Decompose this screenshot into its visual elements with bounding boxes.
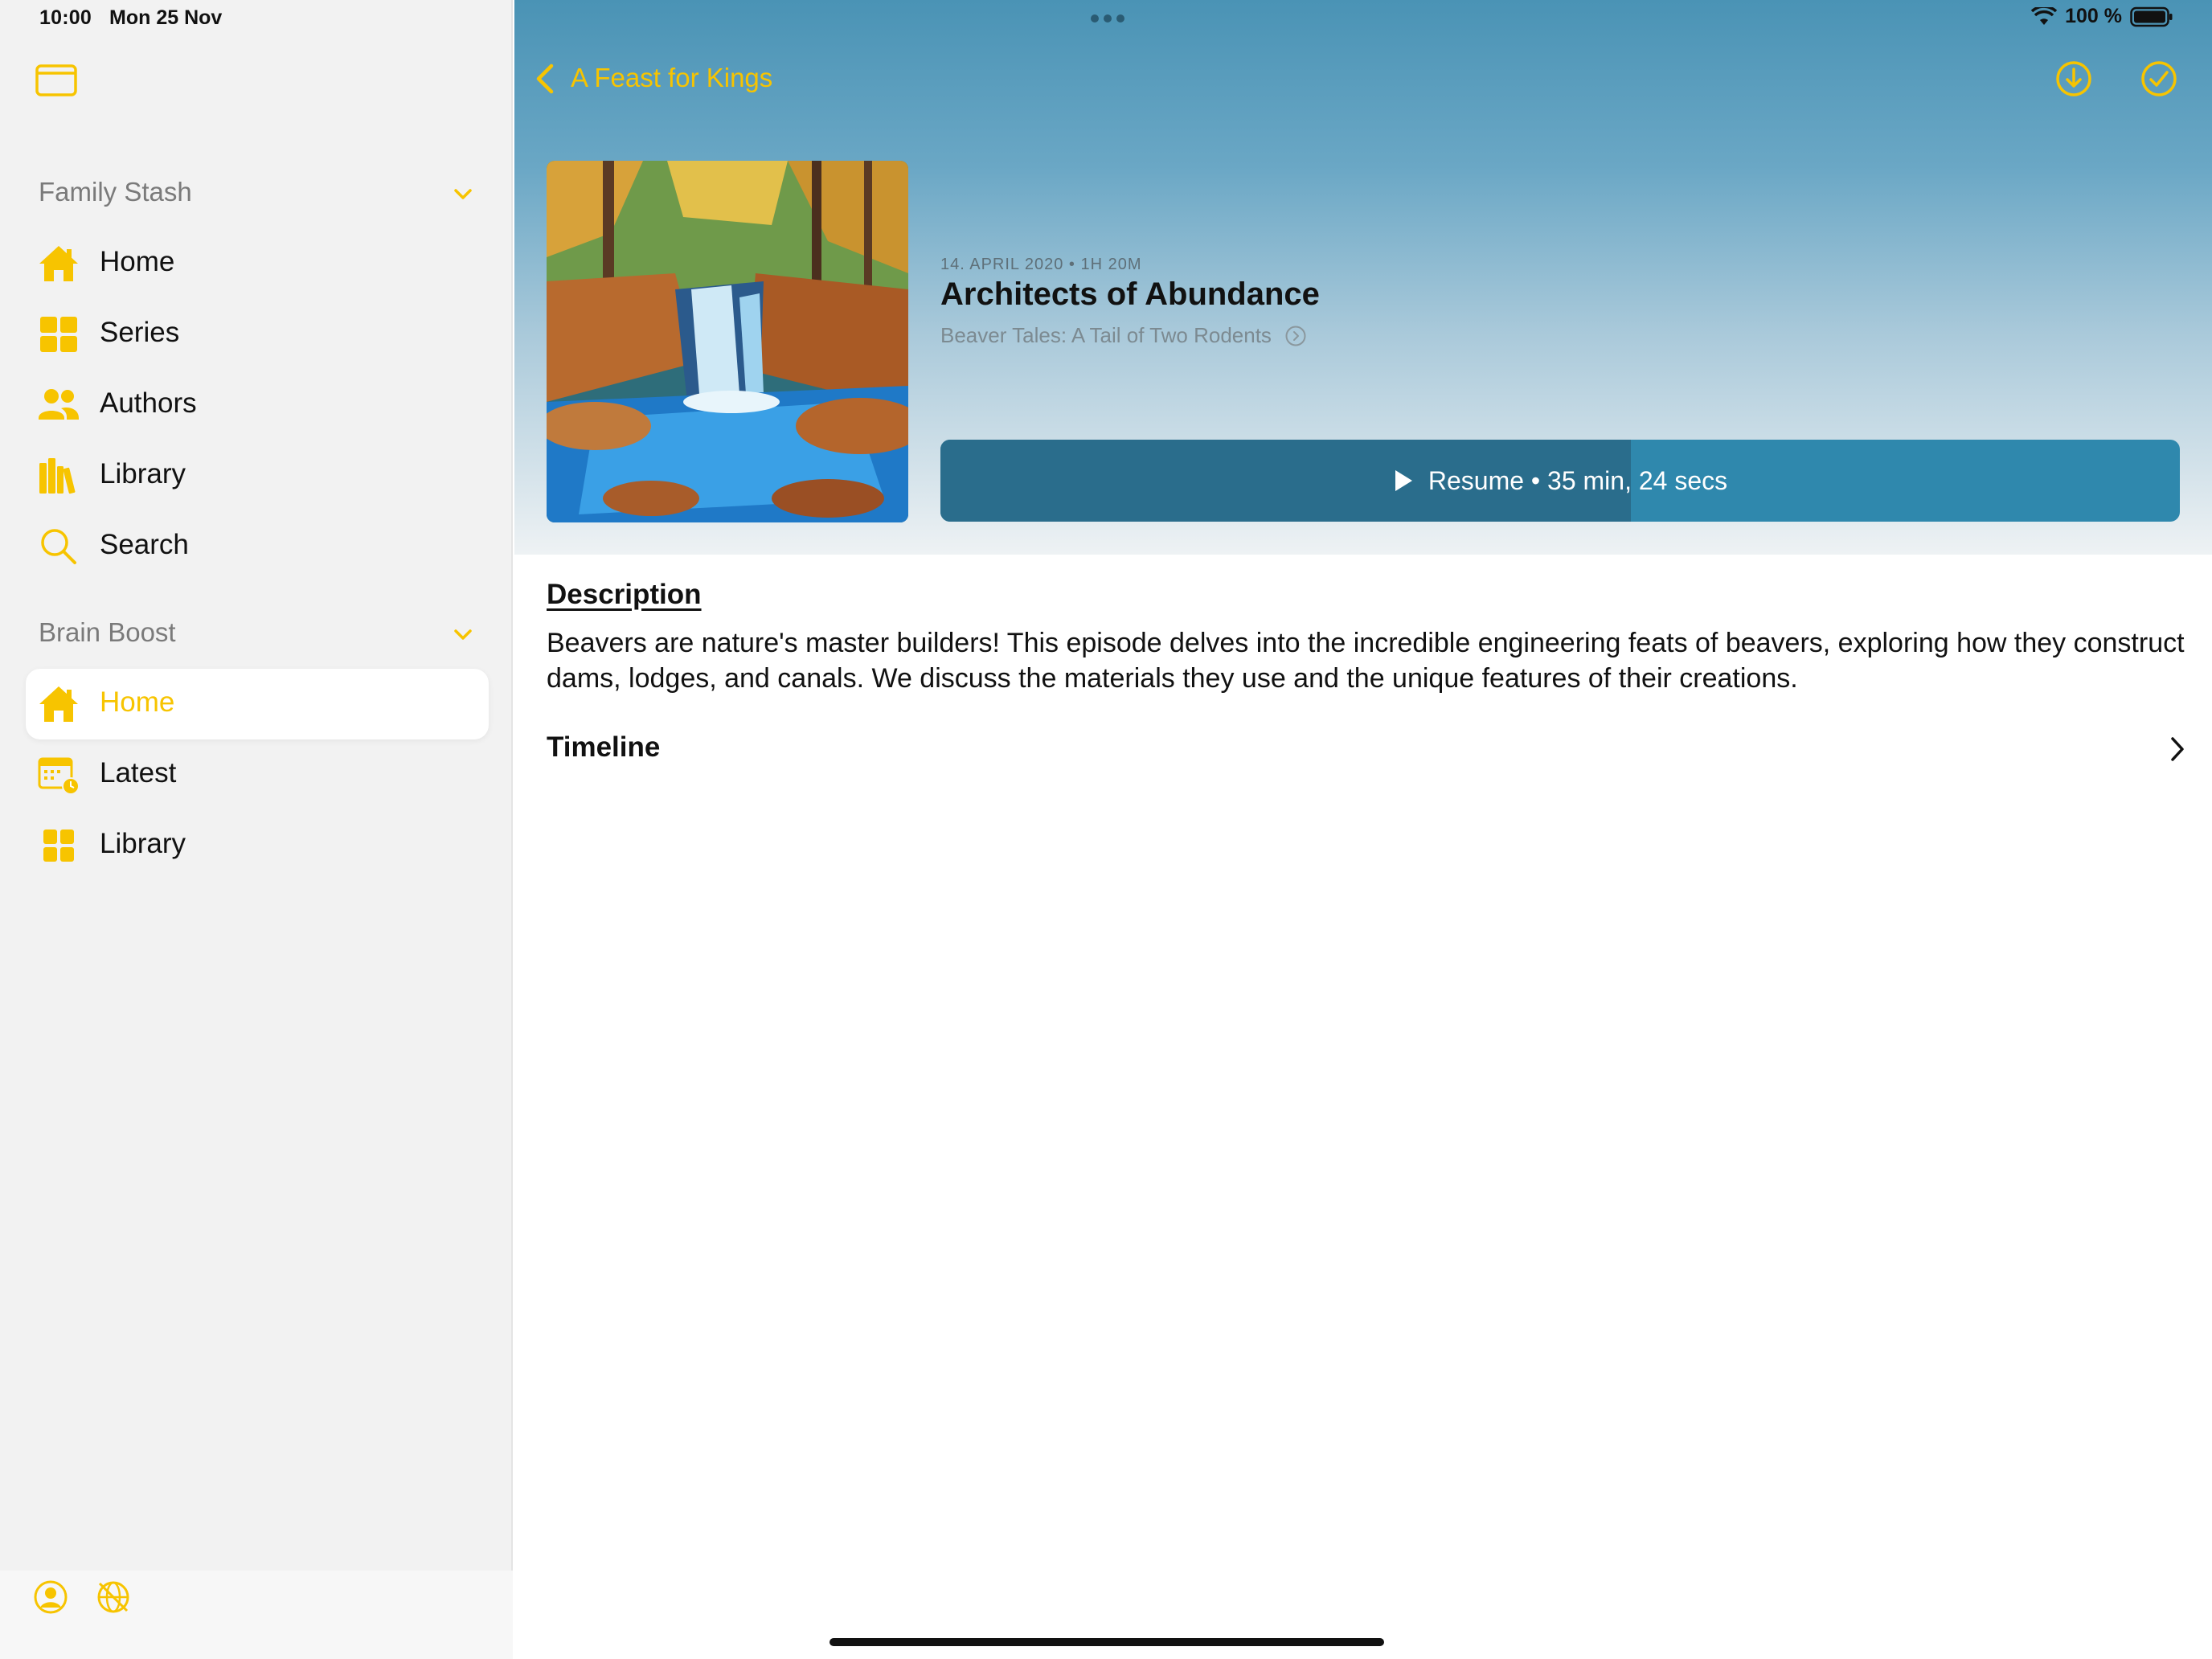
- sidebar-item-label: Latest: [100, 757, 177, 789]
- search-icon: [41, 529, 76, 564]
- episode-meta: 14. APRIL 2020 • 1H 20M: [940, 256, 1142, 273]
- series-link[interactable]: Beaver Tales: A Tail of Two Rodents: [940, 323, 1307, 348]
- sidebar-item-label: Library: [100, 458, 186, 490]
- books-icon: [39, 458, 76, 494]
- sidebar-item-home-selected[interactable]: Home: [26, 669, 489, 739]
- battery-percent: 100 %: [2065, 5, 2122, 27]
- calendar-clock-icon: [38, 757, 80, 795]
- sidebar-item-label: Authors: [100, 387, 197, 419]
- download-icon[interactable]: [2054, 59, 2093, 98]
- episode-header: 100 % A Feast for Kings 14. APRIL 2020 •…: [514, 0, 2212, 555]
- back-button[interactable]: A Feast for Kings: [571, 63, 772, 93]
- episode-title: Architects of Abundance: [940, 276, 1320, 312]
- episode-artwork: [547, 161, 908, 522]
- section-header-family-stash[interactable]: Family Stash: [39, 177, 192, 207]
- sidebar-item-library[interactable]: Library: [26, 810, 489, 881]
- battery-icon: [2130, 6, 2173, 27]
- sidebar-item-search[interactable]: Search: [26, 511, 489, 582]
- sidebar-toggle-icon[interactable]: [35, 63, 77, 98]
- multitasking-dots-icon[interactable]: [1088, 13, 1127, 24]
- sidebar-item-label: Home: [100, 686, 175, 718]
- grid-icon: [40, 317, 77, 352]
- sidebar-item-home[interactable]: Home: [26, 228, 489, 299]
- chevron-right-icon: [2171, 737, 2184, 761]
- description-heading: Description: [547, 579, 702, 610]
- sidebar-item-series[interactable]: Series: [26, 299, 489, 370]
- timeline-label: Timeline: [547, 731, 661, 763]
- mark-played-icon[interactable]: [2140, 59, 2178, 98]
- house-icon: [39, 686, 78, 722]
- description-section: Description Beavers are nature's master …: [547, 579, 2186, 696]
- sidebar-item-label: Library: [100, 828, 186, 859]
- resume-content: Resume • 35 min, 24 secs: [940, 440, 2180, 522]
- account-icon[interactable]: [32, 1579, 69, 1616]
- chevron-down-icon[interactable]: [450, 622, 476, 648]
- status-date: Mon 25 Nov: [109, 6, 223, 29]
- sidebar-item-latest[interactable]: Latest: [26, 739, 489, 810]
- offline-globe-icon[interactable]: [95, 1579, 132, 1616]
- sidebar-item-label: Search: [100, 529, 189, 560]
- sidebar-footer: [0, 1571, 513, 1659]
- house-icon: [39, 246, 78, 281]
- sidebar-item-label: Series: [100, 317, 180, 348]
- wifi-icon: [2031, 6, 2058, 25]
- sidebar-item-library[interactable]: Library: [26, 440, 489, 511]
- home-indicator: [830, 1638, 1384, 1646]
- people-icon: [39, 389, 79, 420]
- status-indicators: 100 %: [2031, 5, 2173, 28]
- chevron-down-icon[interactable]: [450, 182, 476, 207]
- description-text: Beavers are nature's master builders! Th…: [547, 628, 2185, 694]
- sidebar-item-label: Home: [100, 246, 175, 277]
- series-name: Beaver Tales: A Tail of Two Rodents: [940, 323, 1272, 347]
- episode-detail: 100 % A Feast for Kings 14. APRIL 2020 •…: [514, 0, 2212, 1659]
- sidebar-item-authors[interactable]: Authors: [26, 370, 489, 440]
- status-time: 10:00: [39, 6, 92, 29]
- chevron-circle-icon: [1285, 326, 1306, 346]
- sidebar: 10:00 Mon 25 Nov Family Stash Home Serie…: [0, 0, 513, 1659]
- timeline-row[interactable]: Timeline: [547, 727, 2186, 772]
- grid-icon: [43, 830, 74, 862]
- resume-label: Resume • 35 min, 24 secs: [1428, 465, 1728, 495]
- back-chevron-icon[interactable]: [534, 61, 556, 96]
- resume-button[interactable]: Resume • 35 min, 24 secs: [940, 440, 2180, 522]
- play-icon: [1395, 470, 1412, 491]
- section-header-brain-boost[interactable]: Brain Boost: [39, 617, 176, 648]
